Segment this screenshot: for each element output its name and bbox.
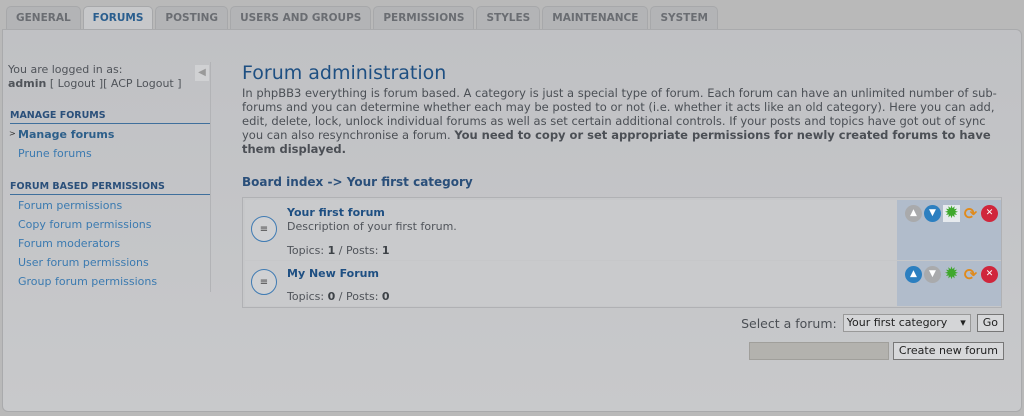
move-up-icon[interactable]: ▲ <box>905 266 922 283</box>
create-forum-form: Create new forum <box>748 342 1004 360</box>
content: Forum administration In phpBB3 everythin… <box>242 62 1002 156</box>
sidebar-item-group-forum-permissions[interactable]: Group forum permissions <box>18 275 157 288</box>
tab-forums[interactable]: FORUMS <box>82 6 154 30</box>
move-up-icon: ▲ <box>905 205 922 222</box>
go-button[interactable]: Go <box>976 314 1004 332</box>
sidebar-item-forum-moderators[interactable]: Forum moderators <box>18 237 120 250</box>
create-new-forum-button[interactable]: Create new forum <box>892 342 1004 360</box>
login-info: You are logged in as: admin [ Logout ][ … <box>8 63 210 91</box>
sidebar-divider <box>210 62 211 292</box>
sidebar-item-manage-forums[interactable]: Manage forums <box>18 128 114 141</box>
tab-users-and-groups[interactable]: USERS AND GROUPS <box>230 6 372 29</box>
sidebar-item-prune-forums[interactable]: Prune forums <box>18 147 92 160</box>
forum-title[interactable]: My New Forum <box>287 267 379 280</box>
tab-general[interactable]: GENERAL <box>6 6 81 29</box>
sidebar-item-forum-permissions[interactable]: Forum permissions <box>18 199 122 212</box>
resync-icon[interactable]: ⟳ <box>962 205 979 222</box>
forum-stats: Topics: 1 / Posts: 1 <box>287 244 390 257</box>
section-manage-forums: MANAGE FORUMS <box>10 110 210 124</box>
edit-gear-icon[interactable]: ✹ <box>943 205 960 222</box>
forum-title[interactable]: Your first forum <box>287 206 385 219</box>
forum-row: ≡ Your first forum Description of your f… <box>245 200 1001 260</box>
active-arrow-icon: > <box>9 129 16 138</box>
breadcrumb-current[interactable]: Your first category <box>347 175 473 189</box>
collapse-sidebar-icon[interactable]: ◀ <box>195 65 209 81</box>
sidebar-item-user-forum-permissions[interactable]: User forum permissions <box>18 256 149 269</box>
new-forum-name-input[interactable] <box>748 342 889 360</box>
forum-actions: ▲ ▼ ✹ ⟳ ✕ <box>897 200 1001 260</box>
breadcrumb: Board index -> Your first category <box>242 175 473 189</box>
tab-maintenance[interactable]: MAINTENANCE <box>542 6 649 29</box>
select-forum-label: Select a forum: <box>741 315 837 331</box>
tab-posting[interactable]: POSTING <box>155 6 229 29</box>
forum-stats: Topics: 0 / Posts: 0 <box>287 290 390 303</box>
forum-select[interactable]: Your first category <box>842 314 971 332</box>
forum-row: ≡ My New Forum Topics: 0 / Posts: 0 ▲ ▼ … <box>245 261 1001 306</box>
logout-link[interactable]: Logout <box>58 77 96 90</box>
sidebar-item-copy-forum-permissions[interactable]: Copy forum permissions <box>18 218 152 231</box>
breadcrumb-board-index[interactable]: Board index <box>242 175 323 189</box>
username: admin <box>8 77 47 90</box>
acp-logout-link[interactable]: ACP Logout <box>111 77 174 90</box>
delete-icon[interactable]: ✕ <box>981 266 998 283</box>
forum-actions: ▲ ▼ ✹ ⟳ ✕ <box>897 261 1001 306</box>
logged-in-label: You are logged in as: <box>8 63 123 76</box>
resync-icon[interactable]: ⟳ <box>962 266 979 283</box>
tab-styles[interactable]: STYLES <box>476 6 541 29</box>
breadcrumb-separator: -> <box>327 175 343 189</box>
tab-permissions[interactable]: PERMISSIONS <box>373 6 475 29</box>
forum-jump: Select a forum: Your first category Go <box>741 314 1004 332</box>
tab-system[interactable]: SYSTEM <box>650 6 718 29</box>
intro-text: In phpBB3 everything is forum based. A c… <box>242 86 1002 156</box>
forum-table: ≡ Your first forum Description of your f… <box>242 197 1002 308</box>
forum-icon: ≡ <box>251 269 277 295</box>
forum-description: Description of your first forum. <box>287 220 457 233</box>
edit-gear-icon[interactable]: ✹ <box>943 266 960 283</box>
forum-icon: ≡ <box>251 216 277 242</box>
move-down-icon[interactable]: ▼ <box>924 205 941 222</box>
page-title: Forum administration <box>242 62 447 84</box>
move-down-icon: ▼ <box>924 266 941 283</box>
section-forum-permissions: FORUM BASED PERMISSIONS <box>10 181 210 195</box>
tab-bar: GENERAL FORUMS POSTING USERS AND GROUPS … <box>6 6 718 30</box>
delete-icon[interactable]: ✕ <box>981 205 998 222</box>
